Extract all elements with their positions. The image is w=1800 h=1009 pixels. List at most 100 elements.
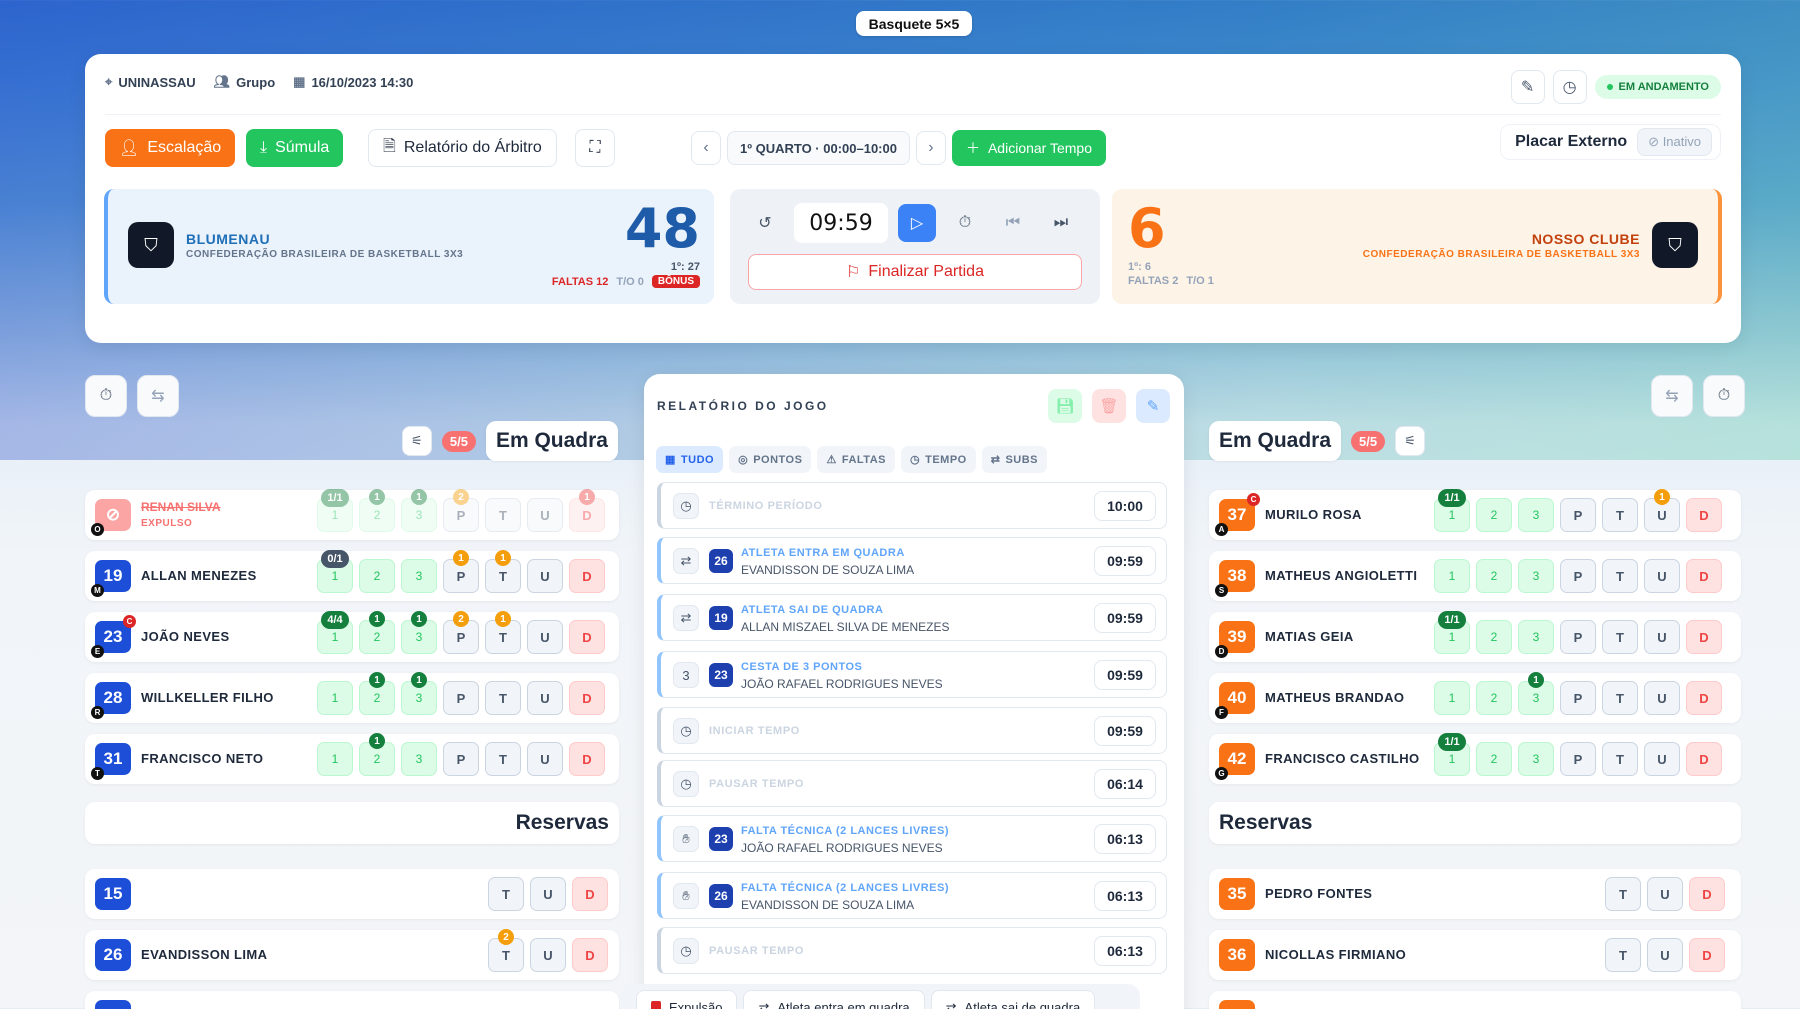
stat-key-2[interactable]: 2	[1476, 498, 1512, 532]
skip-back-icon[interactable]: ⏮︎	[994, 204, 1032, 242]
tab-pontos[interactable]: ◎ PONTOS	[729, 446, 812, 473]
stat-key-t[interactable]: T	[485, 498, 521, 532]
finalizar-partida-button[interactable]: ⚐ Finalizar Partida	[748, 254, 1082, 290]
stat-key-d[interactable]: D	[1686, 681, 1722, 715]
stat-key-u[interactable]: U	[530, 877, 566, 911]
stat-key-d[interactable]: D	[569, 742, 605, 776]
event-row[interactable]: ✋︎ 23 FALTA TÉCNICA (2 LANCES LIVRES) JOÃO …	[657, 815, 1167, 862]
stat-key-t[interactable]: T	[485, 681, 521, 715]
stat-key-p[interactable]: P	[1560, 620, 1596, 654]
stat-key-1[interactable]: 1 1/1	[1434, 611, 1470, 654]
stat-key-u[interactable]: U	[527, 559, 563, 593]
escalacao-button[interactable]: 👤︎ Escalação	[105, 129, 236, 167]
event-row[interactable]: ◷ PAUSAR TEMPO 06:13	[657, 927, 1167, 974]
stopwatch-icon[interactable]: ⏱︎	[1703, 375, 1745, 417]
jersey-number[interactable]: 35	[1219, 878, 1255, 910]
edit-icon[interactable]: ✎	[1510, 70, 1545, 104]
stat-key-d[interactable]: D	[1686, 620, 1722, 654]
fullscreen-button[interactable]: ⛶	[575, 129, 615, 167]
jersey-number[interactable]	[1219, 1000, 1255, 1009]
stat-key-1[interactable]: 1	[1434, 681, 1470, 715]
stat-key-u[interactable]: U1	[1644, 489, 1680, 532]
stat-key-2[interactable]: 21	[359, 672, 395, 715]
stat-key-3[interactable]: 3	[1518, 559, 1554, 593]
filter-icon[interactable]: ⚟	[401, 426, 432, 456]
placar-toggle[interactable]: ⊘ Inativo	[1637, 128, 1712, 156]
tab-faltas[interactable]: ⚠ FALTAS	[817, 446, 895, 473]
tab-tudo[interactable]: ▦ TUDO	[656, 446, 724, 473]
stat-key-d[interactable]: D	[569, 681, 605, 715]
expulsao-button[interactable]: Expulsão	[636, 990, 738, 1009]
stat-key-1[interactable]: 1 0/1	[317, 550, 353, 593]
stat-key-1[interactable]: 1 1/1	[317, 489, 353, 532]
stat-key-2[interactable]: 2	[1476, 681, 1512, 715]
stat-key-3[interactable]: 31	[1518, 672, 1554, 715]
stat-key-1[interactable]: 1 1/1	[1434, 733, 1470, 776]
jersey-number[interactable]: 26	[95, 939, 131, 971]
stat-key-2[interactable]: 2	[1476, 559, 1512, 593]
event-row[interactable]: ◷ TÉRMINO PERÍODO 10:00	[657, 482, 1167, 529]
stat-key-2[interactable]: 21	[359, 489, 395, 532]
stat-key-3[interactable]: 31	[401, 672, 437, 715]
event-row[interactable]: ◷ INICIAR TEMPO 09:59	[657, 707, 1167, 754]
stat-key-p[interactable]: P	[1560, 742, 1596, 776]
tab-subs[interactable]: ⇄ SUBS	[981, 446, 1047, 473]
stat-key-3[interactable]: 31	[401, 489, 437, 532]
jersey-number[interactable]: 36	[1219, 939, 1255, 971]
atleta-entra-button[interactable]: ⇄ Atleta entra em quadra	[743, 990, 925, 1009]
stat-key-t[interactable]: T	[1602, 620, 1638, 654]
stat-key-2[interactable]: 21	[359, 611, 395, 654]
stat-key-d[interactable]: D	[1686, 559, 1722, 593]
stat-key-p[interactable]: P2	[443, 489, 479, 532]
stat-key-u[interactable]: U	[1647, 938, 1683, 972]
stat-key-t[interactable]: T1	[485, 611, 521, 654]
stat-key-2[interactable]: 2	[359, 559, 395, 593]
swap-icon[interactable]: ⇆	[137, 375, 179, 417]
event-row[interactable]: 3 23 CESTA DE 3 PONTOS JOÃO RAFAEL RODRIGUE…	[657, 651, 1167, 698]
stat-key-t[interactable]: T	[1602, 742, 1638, 776]
stat-key-p[interactable]: P	[1560, 559, 1596, 593]
save-icon[interactable]: 💾︎	[1048, 389, 1082, 423]
stat-key-d[interactable]: D	[569, 620, 605, 654]
stat-key-d[interactable]: D	[569, 559, 605, 593]
stat-key-u[interactable]: U	[527, 681, 563, 715]
stat-key-t[interactable]: T	[1602, 498, 1638, 532]
stat-key-1[interactable]: 1 1/1	[1434, 489, 1470, 532]
stat-key-2[interactable]: 2	[1476, 742, 1512, 776]
stat-key-1[interactable]: 1	[317, 681, 353, 715]
stat-key-p[interactable]: P	[1560, 681, 1596, 715]
trash-icon[interactable]: 🗑︎	[1092, 389, 1126, 423]
event-row[interactable]: ⇄ 26 ATLETA ENTRA EM QUADRA EVANDISSON DE S…	[657, 537, 1167, 584]
stat-key-d[interactable]: D	[1689, 938, 1725, 972]
timer-off-icon[interactable]: ⏱︎	[946, 204, 984, 242]
edit-icon[interactable]: ✎	[1136, 389, 1170, 423]
stat-key-u[interactable]: U	[530, 938, 566, 972]
event-row[interactable]: ⇄ 19 ATLETA SAI DE QUADRA ALLAN MISZAEL SIL…	[657, 594, 1167, 641]
stat-key-t[interactable]: T	[1602, 559, 1638, 593]
event-row[interactable]: ◷ PAUSAR TEMPO 06:14	[657, 760, 1167, 807]
filter-icon[interactable]: ⚟	[1395, 426, 1426, 456]
stat-key-t[interactable]: T	[488, 877, 524, 911]
stat-key-1[interactable]: 1 4/4	[317, 611, 353, 654]
stat-key-t[interactable]: T2	[488, 929, 524, 972]
stat-key-p[interactable]: P1	[443, 550, 479, 593]
stat-key-p[interactable]: P	[443, 742, 479, 776]
stat-key-u[interactable]: U	[527, 498, 563, 532]
event-row[interactable]: ✋︎ 26 FALTA TÉCNICA (2 LANCES LIVRES) EVAND…	[657, 872, 1167, 919]
swap-icon[interactable]: ⇆	[1651, 375, 1693, 417]
relatorio-arbitro-button[interactable]: 🗎︎ Relatório do Árbitro	[368, 129, 557, 167]
stat-key-t[interactable]: T	[1605, 877, 1641, 911]
stat-key-d[interactable]: D	[1686, 742, 1722, 776]
reset-icon[interactable]: ↺	[746, 204, 784, 242]
stat-key-3[interactable]: 3	[1518, 742, 1554, 776]
stat-key-u[interactable]: U	[1644, 620, 1680, 654]
stat-key-t[interactable]: T	[1602, 681, 1638, 715]
stat-key-u[interactable]: U	[527, 742, 563, 776]
stat-key-3[interactable]: 3	[1518, 498, 1554, 532]
stat-key-u[interactable]: U	[1644, 681, 1680, 715]
stat-key-3[interactable]: 3	[401, 559, 437, 593]
stat-key-t[interactable]: T1	[485, 550, 521, 593]
stat-key-3[interactable]: 31	[401, 611, 437, 654]
stat-key-d[interactable]: D	[1689, 877, 1725, 911]
stat-key-1[interactable]: 1	[317, 742, 353, 776]
